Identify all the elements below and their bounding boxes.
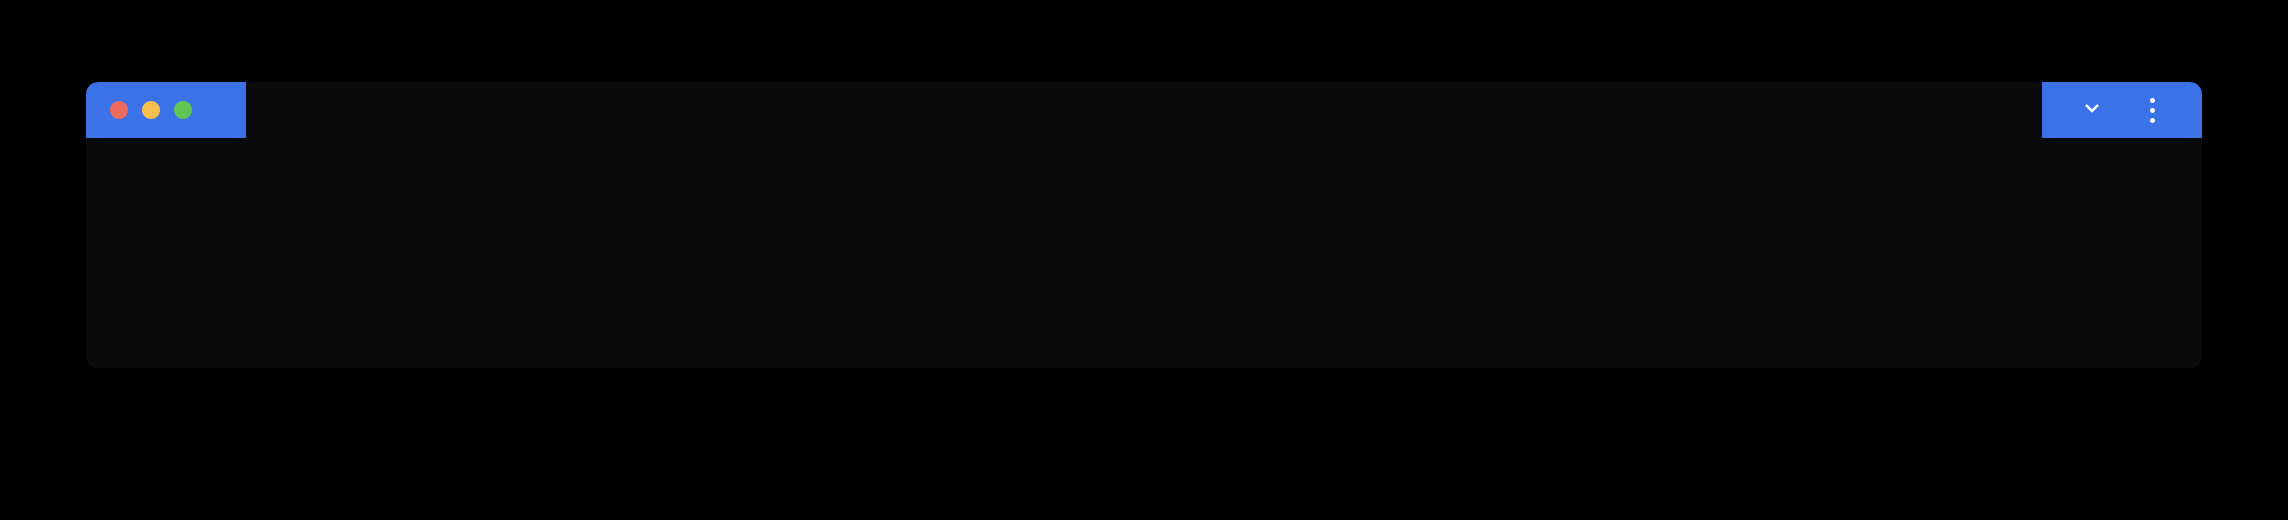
chevron-down-icon [2080, 96, 2104, 125]
minimize-button[interactable] [142, 101, 160, 119]
more-menu-button[interactable] [2140, 98, 2164, 122]
close-button[interactable] [110, 101, 128, 119]
traffic-lights-container [86, 82, 246, 138]
titlebar [86, 82, 2202, 138]
dropdown-button[interactable] [2080, 98, 2104, 122]
maximize-button[interactable] [174, 101, 192, 119]
window-content [86, 138, 2202, 368]
more-vertical-icon [2150, 98, 2155, 123]
right-controls-container [2042, 82, 2202, 138]
window-frame [86, 82, 2202, 368]
